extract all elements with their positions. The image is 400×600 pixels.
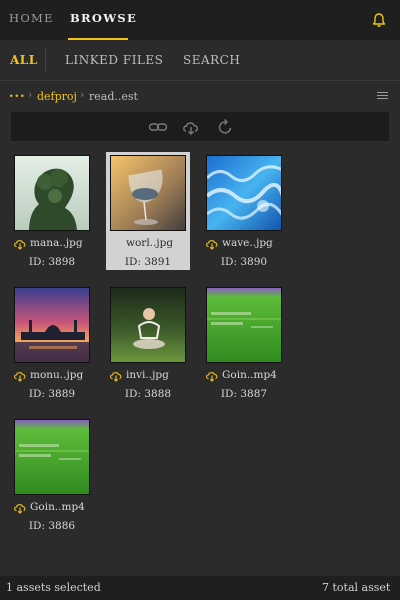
asset-id: ID: 3898 [28,256,76,268]
asset-card[interactable]: invi..jpg ID: 3888 [106,284,190,402]
asset-thumbnail [14,419,90,495]
cloud-icon [14,504,26,514]
tab-linked-files[interactable]: LINKED FILES [65,53,163,67]
divider [45,48,46,72]
cloud-icon [110,372,122,382]
asset-filename: mana..jpg [30,237,83,249]
refresh-icon[interactable] [215,117,235,137]
asset-toolbar [11,112,389,141]
asset-card[interactable]: Goin..mp4 ID: 3886 [10,416,94,534]
status-bar: 1 assets selected 7 total asset [0,576,400,600]
link-icon[interactable] [148,117,168,137]
tab-home[interactable]: HOME [9,11,54,25]
asset-id: ID: 3891 [124,256,172,268]
sub-nav: ALL LINKED FILES SEARCH [0,40,400,81]
cloud-icon [206,240,218,250]
cloud-download-icon[interactable] [181,117,201,137]
top-nav: HOME BROWSE [0,0,400,40]
asset-thumbnail [206,287,282,363]
breadcrumb-separator: › [80,90,84,101]
asset-card-selected[interactable]: worl..jpg ID: 3891 [106,152,190,270]
cloud-icon [14,240,26,250]
asset-id: ID: 3888 [124,388,172,400]
asset-filename: invi..jpg [126,369,169,381]
asset-id: ID: 3886 [28,520,76,532]
asset-card[interactable]: Goin..mp4 ID: 3887 [202,284,286,402]
asset-card[interactable]: monu..jpg ID: 3889 [10,284,94,402]
tab-browse[interactable]: BROWSE [70,11,137,25]
bell-icon[interactable] [371,12,387,28]
asset-thumbnail [14,287,90,363]
asset-thumbnail [14,155,90,231]
asset-thumbnail [206,155,282,231]
breadcrumb-ellipsis[interactable]: ... [9,86,26,101]
breadcrumb-separator: › [28,90,32,101]
asset-id: ID: 3887 [220,388,268,400]
selection-count: 1 assets selected [6,581,101,594]
asset-filename: worl..jpg [126,237,174,249]
breadcrumb: ... › defproj › read..est [0,82,400,110]
asset-filename: Goin..mp4 [222,369,277,381]
list-view-icon[interactable] [377,92,388,101]
tab-search[interactable]: SEARCH [183,53,240,67]
asset-id: ID: 3890 [220,256,268,268]
breadcrumb-current: read..est [89,90,138,103]
cloud-icon [14,372,26,382]
asset-filename: wave..jpg [222,237,273,249]
asset-thumbnail [110,155,186,231]
asset-card[interactable]: wave..jpg ID: 3890 [202,152,286,270]
asset-filename: Goin..mp4 [30,501,85,513]
total-count: 7 total asset [322,581,391,594]
asset-filename: monu..jpg [30,369,84,381]
breadcrumb-folder[interactable]: defproj [37,90,77,103]
tab-all[interactable]: ALL [10,53,38,67]
asset-thumbnail [110,287,186,363]
asset-card[interactable]: mana..jpg ID: 3898 [10,152,94,270]
cloud-icon [206,372,218,382]
asset-id: ID: 3889 [28,388,76,400]
